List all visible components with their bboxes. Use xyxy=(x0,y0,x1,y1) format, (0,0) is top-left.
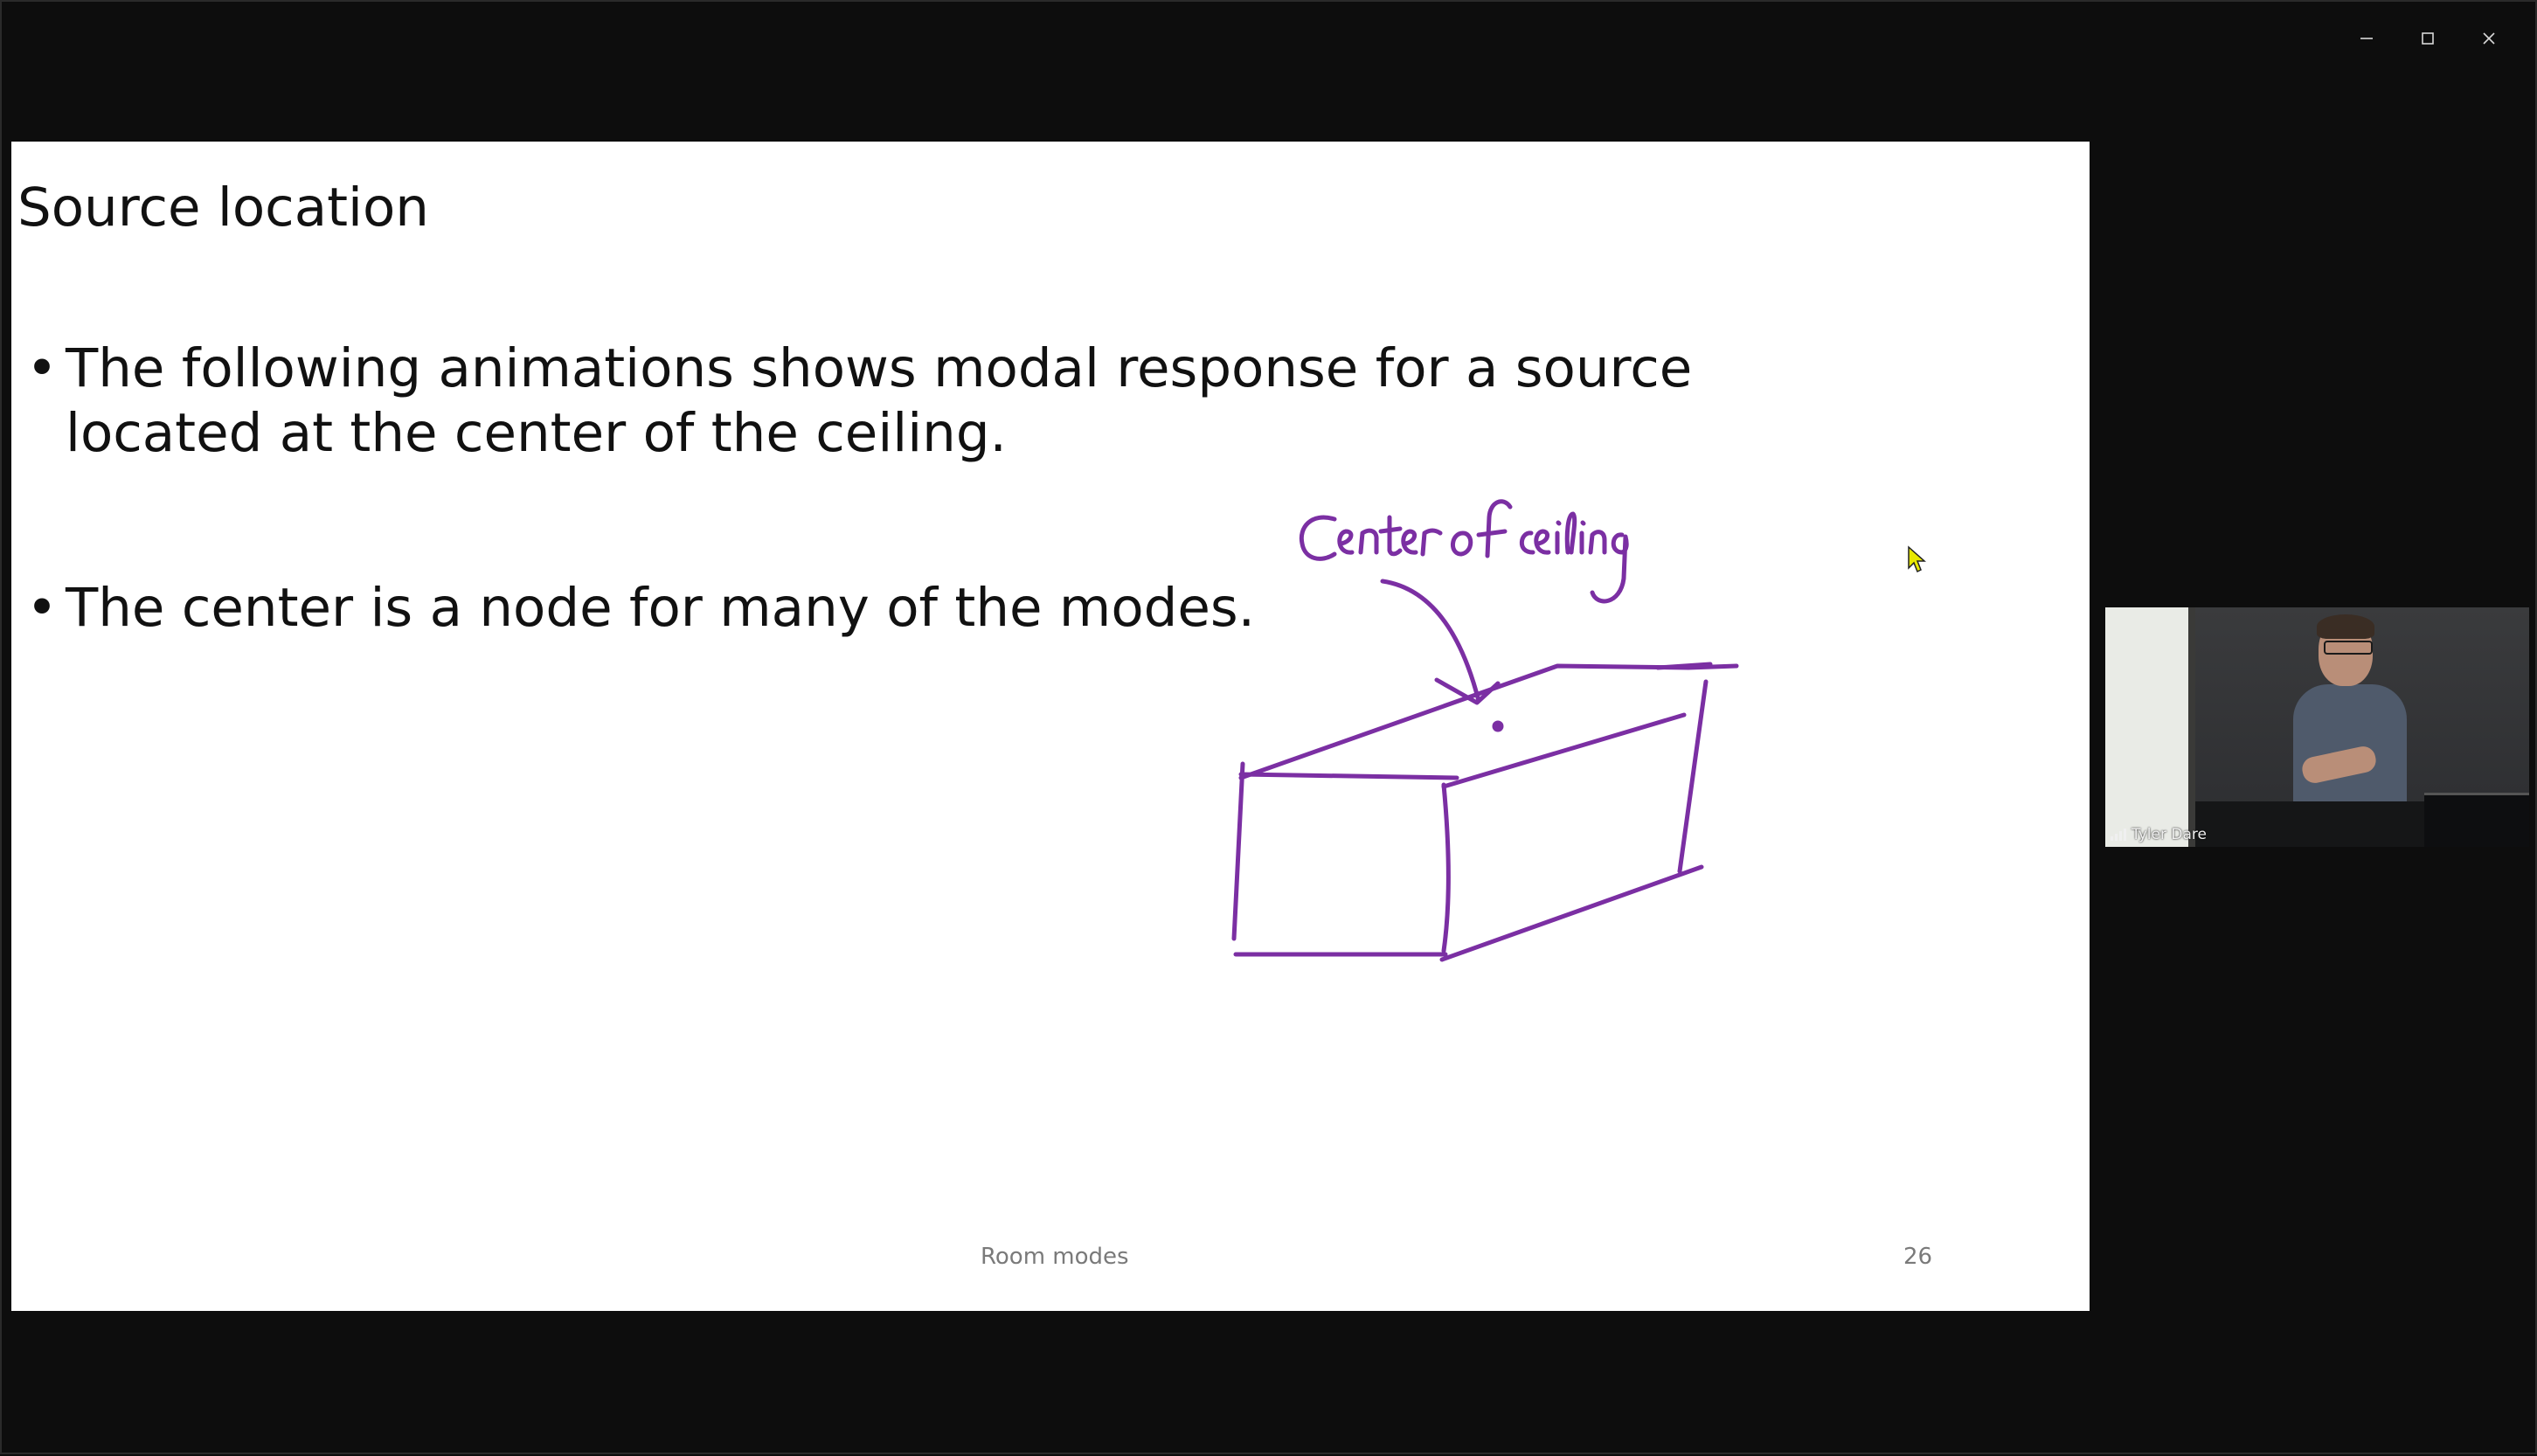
box-front-right-edge xyxy=(1441,782,1451,953)
handwritten-label xyxy=(1299,499,1629,604)
whiteboard-frame xyxy=(2188,607,2195,847)
participant-label: Tyler Dare xyxy=(2111,826,2207,843)
box-top-front-edge xyxy=(1238,772,1459,780)
mouse-cursor-icon xyxy=(1908,545,1926,573)
box-top-far-edge xyxy=(1441,712,1687,789)
arrow-shaft xyxy=(1380,579,1481,704)
box-side-back-edge xyxy=(1677,679,1709,874)
box-side-bottom-edge xyxy=(1439,864,1704,962)
slide-page-number: 26 xyxy=(1903,1244,1933,1270)
participant-video-tile[interactable]: Tyler Dare xyxy=(2105,607,2529,847)
presenter-hair xyxy=(2317,614,2374,639)
whiteboard xyxy=(2105,607,2188,847)
participant-name: Tyler Dare xyxy=(2131,826,2207,843)
presenter-body xyxy=(2293,684,2407,807)
ceiling-center-dot xyxy=(1492,720,1504,732)
signal-strength-icon xyxy=(2111,829,2126,841)
box-front-left-edge xyxy=(1231,761,1245,941)
slide-footer-title: Room modes xyxy=(981,1244,1129,1270)
monitor xyxy=(2424,793,2529,847)
app-window: Source location • The following animatio… xyxy=(0,0,2537,1454)
presenter-glasses xyxy=(2324,641,2373,655)
